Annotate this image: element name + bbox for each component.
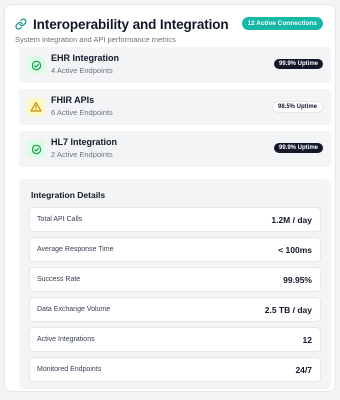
system-name: EHR Integration: [51, 53, 120, 63]
metric-row-monitored-endpoints: Monitored Endpoints 24/7: [29, 357, 321, 382]
page-subtitle: System integration and API performance m…: [15, 35, 176, 44]
metric-label: Total API Calls: [37, 216, 83, 223]
system-endpoints: 6 Active Endpoints: [51, 108, 113, 117]
system-item-ehr[interactable]: EHR Integration 4 Active Endpoints 99.9%…: [19, 47, 331, 83]
system-item-hl7[interactable]: HL7 Integration 2 Active Endpoints 99.9%…: [19, 131, 331, 167]
check-circle-icon: [27, 56, 45, 74]
active-connections-badge: 12 Active Connections: [241, 17, 323, 30]
integration-card: Interoperability and Integration System …: [4, 4, 336, 392]
metric-row-data-exchange-volume: Data Exchange Volume 2.5 TB / day: [29, 297, 321, 322]
metric-row-total-api-calls: Total API Calls 1.2M / day: [29, 207, 321, 232]
uptime-badge: 99.9% Uptime: [273, 143, 323, 153]
metric-value: 12: [302, 335, 312, 345]
warning-triangle-icon: [27, 98, 45, 116]
card-header: Interoperability and Integration System …: [15, 13, 325, 44]
check-circle-icon: [27, 140, 45, 158]
metric-label: Data Exchange Volume: [37, 306, 111, 313]
page-title: Interoperability and Integration: [33, 16, 229, 32]
metric-value: 1.2M / day: [271, 215, 312, 225]
metric-label: Active Integrations: [37, 336, 95, 343]
system-name: FHIR APIs: [51, 95, 95, 105]
metric-value: 2.5 TB / day: [264, 305, 312, 315]
metric-value: < 100ms: [278, 245, 312, 255]
uptime-badge: 98.5% Uptime: [271, 101, 323, 113]
integration-details-panel: Integration Details Total API Calls 1.2M…: [19, 179, 331, 389]
metric-value: 24/7: [295, 365, 312, 375]
metric-row-success-rate: Success Rate 99.95%: [29, 267, 321, 292]
details-title: Integration Details: [31, 190, 106, 200]
metric-value: 99.95%: [283, 275, 312, 285]
link-icon: [15, 18, 27, 30]
metric-row-average-response-time: Average Response Time < 100ms: [29, 237, 321, 262]
system-endpoints: 2 Active Endpoints: [51, 150, 113, 159]
metric-label: Average Response Time: [37, 246, 114, 253]
metric-row-active-integrations: Active Integrations 12: [29, 327, 321, 352]
uptime-badge: 99.9% Uptime: [273, 59, 323, 69]
metric-label: Success Rate: [37, 276, 81, 283]
metric-label: Monitored Endpoints: [37, 366, 102, 373]
system-endpoints: 4 Active Endpoints: [51, 66, 113, 75]
system-item-fhir[interactable]: FHIR APIs 6 Active Endpoints 98.5% Uptim…: [19, 89, 331, 125]
system-name: HL7 Integration: [51, 137, 118, 147]
